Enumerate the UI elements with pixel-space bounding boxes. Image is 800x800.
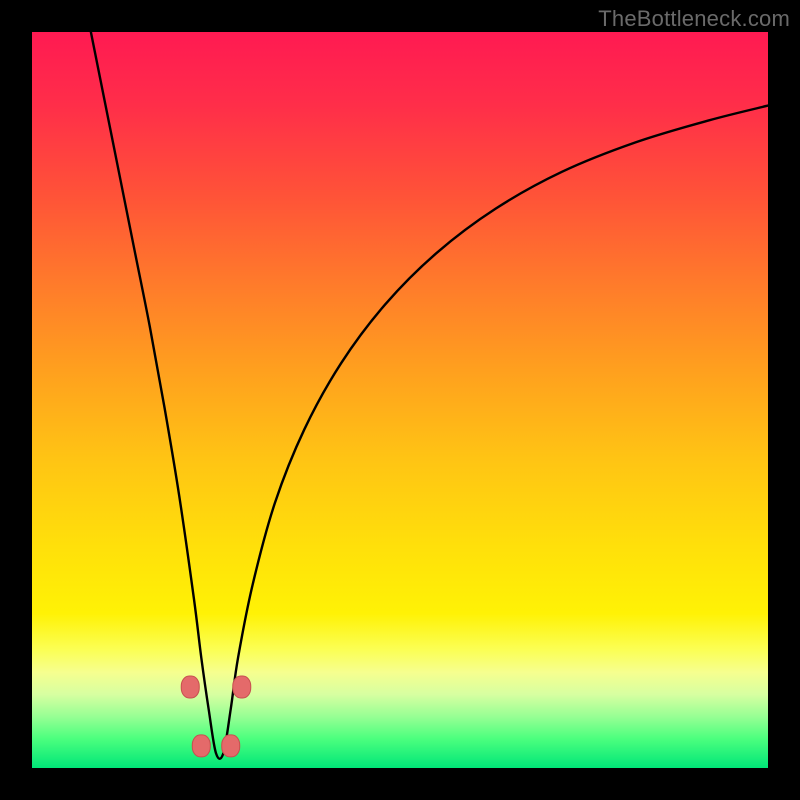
- trough-marker-2: [192, 735, 210, 757]
- trough-marker-1: [233, 676, 251, 698]
- bottleneck-curve: [91, 32, 768, 759]
- watermark-text: TheBottleneck.com: [598, 6, 790, 32]
- curve-svg: [32, 32, 768, 768]
- plot-area: [32, 32, 768, 768]
- trough-markers: [181, 676, 251, 757]
- trough-marker-0: [181, 676, 199, 698]
- trough-marker-3: [222, 735, 240, 757]
- chart-frame: TheBottleneck.com: [0, 0, 800, 800]
